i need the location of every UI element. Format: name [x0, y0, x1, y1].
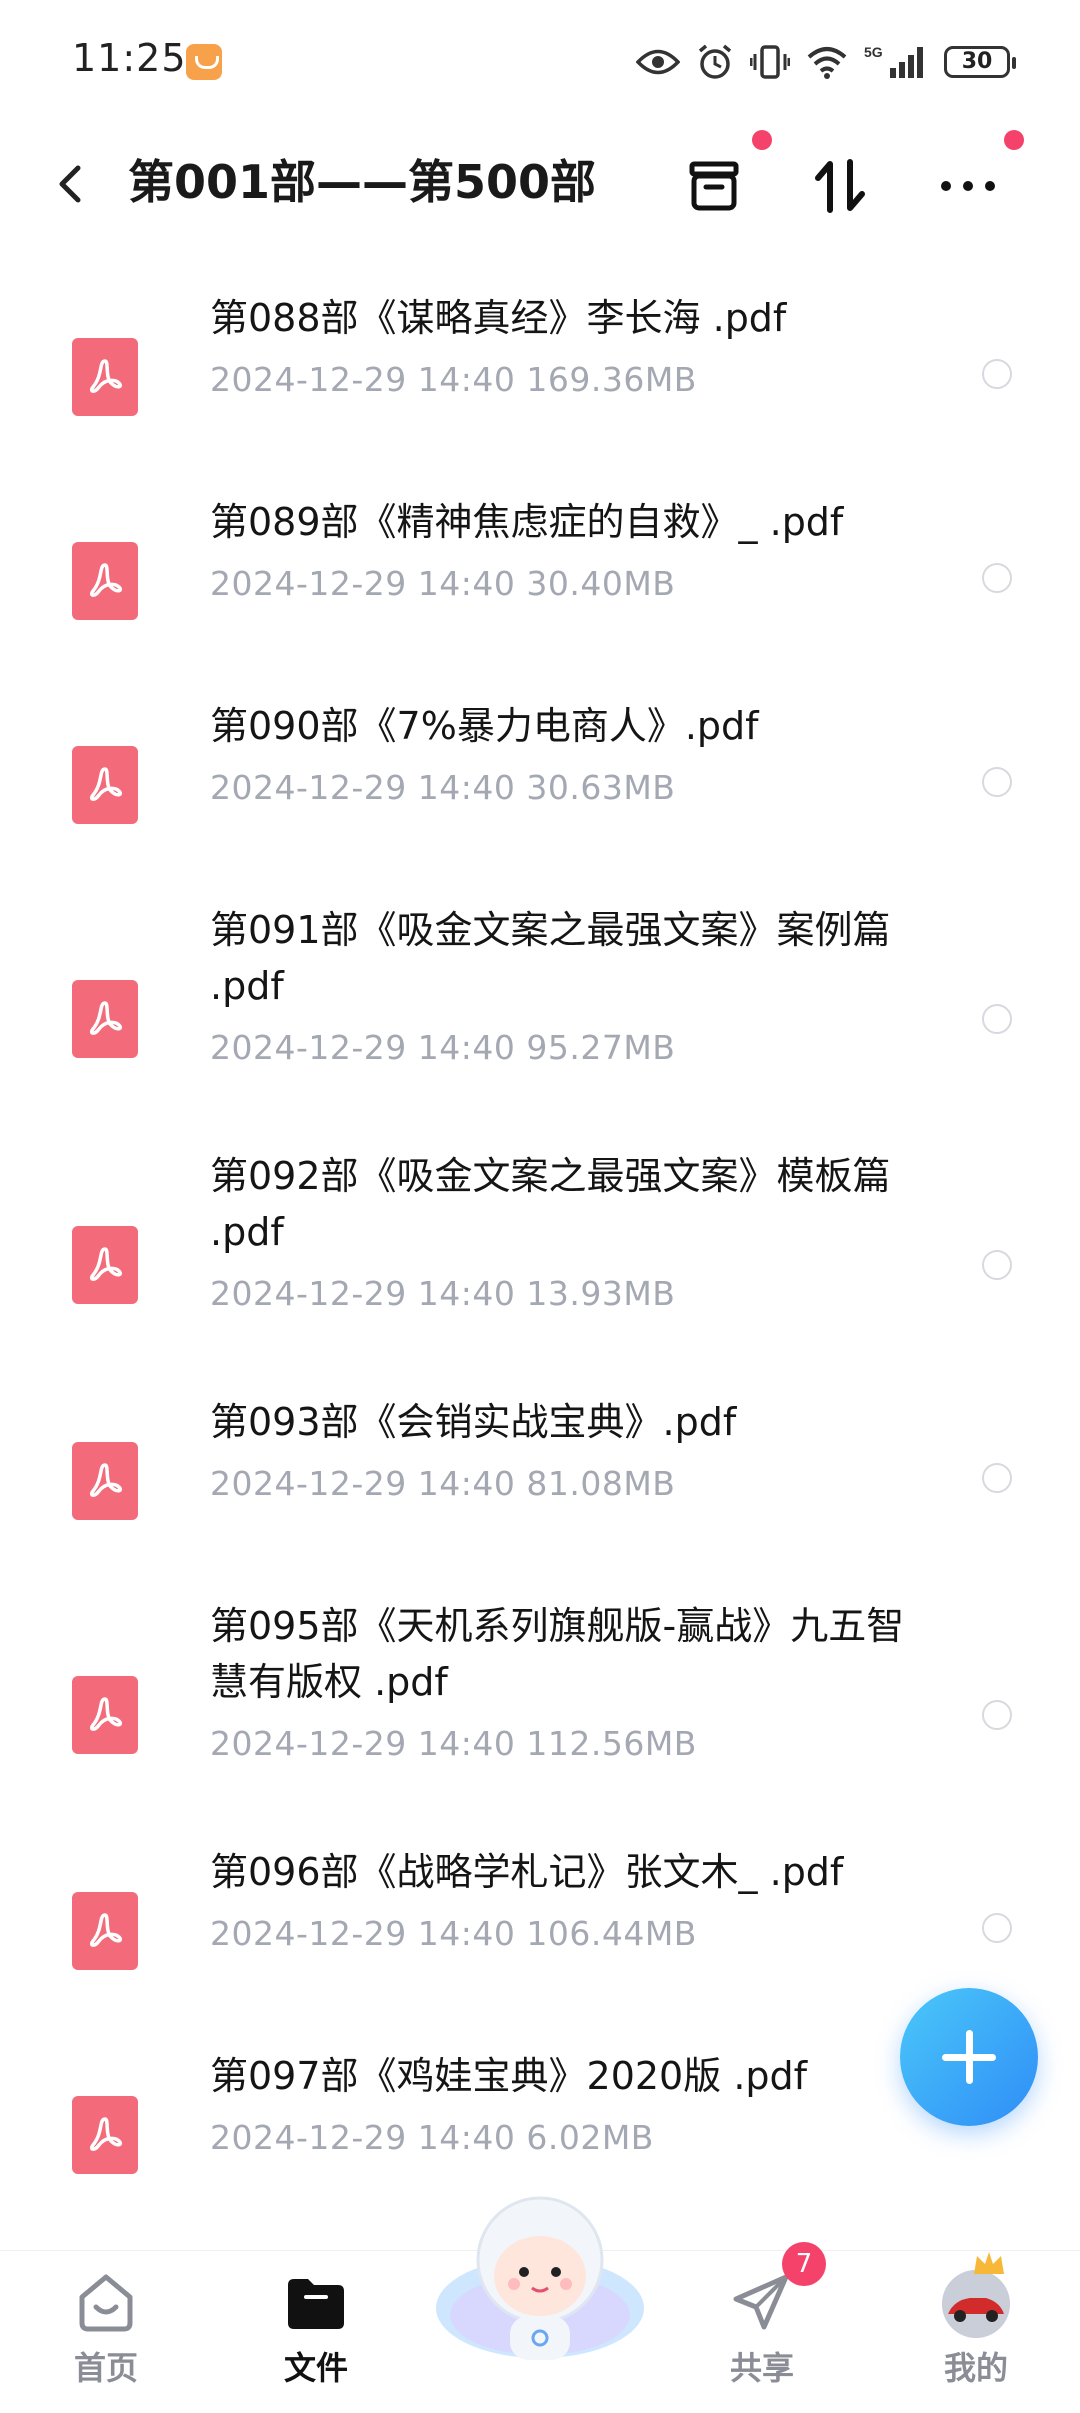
- archive-icon: [689, 161, 739, 211]
- pdf-file-icon: [72, 542, 138, 620]
- app-notification-icon: [186, 44, 222, 80]
- select-radio[interactable]: [982, 1004, 1012, 1034]
- file-row[interactable]: 第093部《会销实战宝典》.pdf 2024-12-29 14:40 81.08…: [0, 1384, 1080, 1544]
- select-radio[interactable]: [982, 1250, 1012, 1280]
- nav-files-label: 文件: [283, 2349, 348, 2387]
- file-meta: 2024-12-29 14:40 112.56MB: [210, 1724, 697, 1763]
- file-row[interactable]: 第096部《战略学札记》张文木_ .pdf 2024-12-29 14:40 1…: [0, 1834, 1080, 1994]
- file-meta: 2024-12-29 14:40 30.63MB: [210, 768, 676, 807]
- sort-button[interactable]: [804, 150, 876, 222]
- add-button[interactable]: [900, 1988, 1038, 2126]
- file-name: 第096部《战略学札记》张文木_ .pdf: [210, 1850, 844, 1894]
- select-radio[interactable]: [982, 767, 1012, 797]
- nav-share[interactable]: 共享: [692, 2271, 832, 2401]
- file-row[interactable]: 第089部《精神焦虑症的自救》_ .pdf 2024-12-29 14:40 3…: [0, 484, 1080, 644]
- home-icon: [79, 2274, 133, 2332]
- signal-5g-icon: 5G: [864, 44, 923, 78]
- file-meta: 2024-12-29 14:40 106.44MB: [210, 1914, 697, 1953]
- file-row[interactable]: 第091部《吸金文案之最强文案》案例篇 .pdf 2024-12-29 14:4…: [0, 892, 1080, 1108]
- select-radio[interactable]: [982, 563, 1012, 593]
- file-row[interactable]: 第095部《天机系列旗舰版-赢战》九五智慧有版权 .pdf 2024-12-29…: [0, 1588, 1080, 1804]
- mascot-assistant-button[interactable]: [430, 2190, 650, 2370]
- select-radio[interactable]: [982, 1913, 1012, 1943]
- pdf-file-icon: [72, 1226, 138, 1304]
- pdf-file-icon: [72, 746, 138, 824]
- file-row[interactable]: 第088部《谋略真经》李长海 .pdf 2024-12-29 14:40 169…: [0, 280, 1080, 440]
- battery-icon: 30: [944, 46, 1016, 78]
- select-radio[interactable]: [982, 1700, 1012, 1730]
- back-button[interactable]: [48, 160, 96, 208]
- alarm-icon: [698, 44, 732, 79]
- pdf-file-icon: [72, 2096, 138, 2174]
- status-time: 11:25: [72, 36, 187, 80]
- status-icons: 5G 30: [636, 38, 1016, 86]
- avatar[interactable]: [942, 2270, 1010, 2338]
- pdf-file-icon: [72, 1676, 138, 1754]
- pdf-file-icon: [72, 338, 138, 416]
- share-count-badge: 7: [782, 2242, 826, 2286]
- nav-share-label: 共享: [729, 2349, 794, 2387]
- nav-home-label: 首页: [73, 2349, 138, 2387]
- more-options-button[interactable]: [932, 150, 1004, 222]
- file-meta: 2024-12-29 14:40 169.36MB: [210, 360, 697, 399]
- file-name: 第091部《吸金文案之最强文案》案例篇 .pdf: [210, 908, 891, 1008]
- nav-files[interactable]: 文件: [246, 2271, 386, 2401]
- file-name: 第093部《会销实战宝典》.pdf: [210, 1400, 737, 1444]
- car-avatar-icon: [942, 2270, 1010, 2338]
- archive-notification-dot: [752, 130, 772, 150]
- file-meta: 2024-12-29 14:40 81.08MB: [210, 1464, 676, 1503]
- more-icon: [941, 181, 995, 191]
- chevron-left-icon: [59, 165, 81, 203]
- select-radio[interactable]: [982, 359, 1012, 389]
- pdf-file-icon: [72, 1892, 138, 1970]
- file-name: 第090部《7%暴力电商人》.pdf: [210, 704, 759, 748]
- file-meta: 2024-12-29 14:40 30.40MB: [210, 564, 676, 603]
- nav-me-label: 我的: [943, 2349, 1008, 2387]
- top-app-bar: 第001部——第500部: [0, 130, 1080, 240]
- status-bar: 11:25 5G 30: [0, 0, 1080, 120]
- svg-text:5G: 5G: [864, 44, 883, 60]
- more-notification-dot: [1004, 130, 1024, 150]
- crown-icon: [974, 2252, 1004, 2274]
- eye-icon: [636, 49, 680, 75]
- send-icon: [733, 2274, 789, 2330]
- file-row[interactable]: 第092部《吸金文案之最强文案》模板篇 .pdf 2024-12-29 14:4…: [0, 1138, 1080, 1354]
- file-name: 第088部《谋略真经》李长海 .pdf: [210, 296, 787, 340]
- folder-icon: [288, 2279, 344, 2329]
- sort-icon: [815, 159, 865, 213]
- select-radio[interactable]: [982, 1463, 1012, 1493]
- file-name: 第095部《天机系列旗舰版-赢战》九五智慧有版权 .pdf: [210, 1604, 905, 1704]
- nav-home[interactable]: 首页: [36, 2271, 176, 2401]
- wifi-icon: [807, 47, 847, 79]
- pdf-file-icon: [72, 1442, 138, 1520]
- file-name: 第097部《鸡娃宝典》2020版 .pdf: [210, 2054, 808, 2098]
- vibrate-icon: [750, 45, 790, 79]
- file-meta: 2024-12-29 14:40 13.93MB: [210, 1274, 676, 1313]
- file-row[interactable]: 第090部《7%暴力电商人》.pdf 2024-12-29 14:40 30.6…: [0, 688, 1080, 848]
- file-meta: 2024-12-29 14:40 6.02MB: [210, 2118, 654, 2157]
- pdf-file-icon: [72, 980, 138, 1058]
- archive-button[interactable]: [678, 150, 750, 222]
- file-name: 第089部《精神焦虑症的自救》_ .pdf: [210, 500, 844, 544]
- file-meta: 2024-12-29 14:40 95.27MB: [210, 1028, 676, 1067]
- page-title: 第001部——第500部: [128, 155, 597, 209]
- file-name: 第092部《吸金文案之最强文案》模板篇 .pdf: [210, 1154, 891, 1254]
